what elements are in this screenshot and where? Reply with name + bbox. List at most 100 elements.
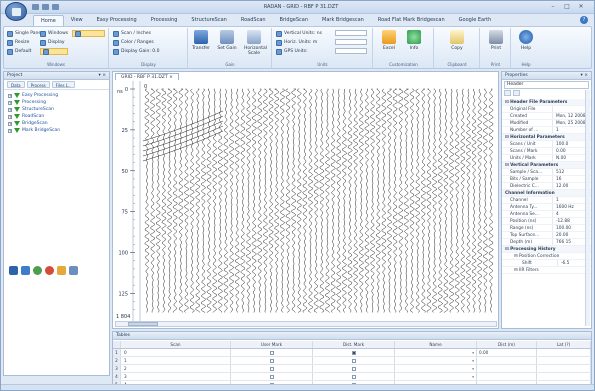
scan-cell[interactable]: 2 — [121, 365, 231, 372]
tree-item[interactable]: + Mark BridgeScan — [8, 127, 105, 134]
vertical-units-select[interactable]: Vertical Units: ns — [276, 30, 322, 37]
horizontal-scrollbar[interactable] — [115, 321, 497, 327]
tab-easy-processing[interactable]: Easy Processing — [90, 15, 144, 26]
dist-mark-cell[interactable] — [313, 373, 395, 380]
minimize-button[interactable]: – — [548, 3, 558, 11]
name-cell[interactable]: ▾ — [395, 357, 477, 364]
panel-pin-icon[interactable]: ▾ × — [99, 72, 106, 80]
vertical-units-dropdown[interactable] — [335, 30, 367, 36]
tree-item[interactable]: + StructureScan — [8, 106, 105, 113]
tab-processing[interactable]: Processing — [144, 15, 185, 26]
lat-cell[interactable] — [537, 357, 591, 364]
property-row[interactable]: Modified Mon, 25 2008... — [502, 120, 591, 127]
expand-icon[interactable]: + — [8, 121, 12, 126]
column-header[interactable]: Dist (m) — [477, 341, 537, 348]
tree-item[interactable]: + BridgeScan — [8, 120, 105, 127]
user-mark-cell[interactable] — [231, 365, 313, 372]
dropdown-icon[interactable] — [52, 4, 59, 10]
new-icon[interactable] — [21, 266, 30, 275]
user-mark-cell[interactable] — [231, 373, 313, 380]
user-mark-cell[interactable] — [231, 349, 313, 356]
column-header[interactable]: User Mark — [231, 341, 313, 348]
property-row[interactable]: Units / Mark N.00 — [502, 155, 591, 162]
windows-button[interactable]: Windows — [40, 30, 68, 37]
copy-button[interactable]: Copy — [447, 30, 467, 51]
radargram-plot[interactable]: ns 0 1 804 0 25 50 75 100 125 — [113, 81, 498, 321]
table-row[interactable]: 1 0 ▾ 0.00 — [113, 349, 591, 357]
application-menu-button[interactable] — [5, 2, 27, 21]
name-cell[interactable]: ▾ — [395, 365, 477, 372]
tab-road-flat-mark[interactable]: Road Flat Mark Bridgescan — [371, 15, 452, 26]
dist-mark-cell[interactable] — [313, 365, 395, 372]
info-button[interactable]: Info — [404, 30, 424, 51]
property-row[interactable]: Antenna Ty... 1600 Hz — [502, 204, 591, 211]
display-gain-button[interactable]: Display Gain: 0.0 — [113, 48, 159, 55]
scan-cell[interactable]: 1 — [121, 357, 231, 364]
property-row[interactable]: Original File — [502, 106, 591, 113]
process-option-button[interactable] — [72, 30, 105, 37]
single-pane-button[interactable]: Single Pane — [7, 30, 41, 37]
property-selector[interactable]: Header — [504, 81, 589, 89]
save-icon[interactable] — [32, 4, 39, 10]
expand-icon[interactable]: + — [8, 100, 12, 105]
property-row[interactable]: Number of ... 1 — [502, 127, 591, 134]
property-category[interactable]: Channel Information — [502, 190, 591, 197]
undo-icon[interactable] — [42, 4, 49, 10]
property-category[interactable]: ⊟ Vertical Parameters — [502, 162, 591, 169]
help-button[interactable]: Help — [516, 30, 536, 51]
expand-icon[interactable]: + — [8, 114, 12, 119]
dist-mark-checkbox[interactable] — [351, 351, 356, 355]
tab-home[interactable]: Home — [33, 15, 64, 26]
alphabetical-icon[interactable] — [513, 90, 520, 96]
property-row[interactable]: Depth (m) 766 15 — [502, 239, 591, 246]
help-icon[interactable]: ? — [580, 16, 588, 24]
gps-units-dropdown[interactable] — [335, 48, 367, 54]
column-header[interactable]: Dist. Mark — [313, 341, 395, 348]
run-icon[interactable] — [33, 266, 42, 275]
stop-icon[interactable] — [45, 266, 54, 275]
tab-view[interactable]: View — [64, 15, 90, 26]
display-button[interactable]: Display — [40, 39, 65, 46]
tab-structurescan[interactable]: StructureScan — [184, 15, 233, 26]
name-dropdown-icon[interactable]: ▾ — [472, 359, 474, 363]
property-row[interactable]: Shift -6.5 — [502, 260, 591, 267]
close-button[interactable]: ✕ — [576, 3, 586, 11]
document-tab[interactable]: GRID - RBF P 31.DZT × — [115, 73, 179, 80]
table-row[interactable]: 2 1 ▾ — [113, 357, 591, 365]
dist-mark-cell[interactable] — [313, 357, 395, 364]
tree-item[interactable]: + Processing — [8, 99, 105, 106]
dist-cell[interactable] — [477, 365, 537, 372]
project-tab-files[interactable]: Files L.. — [51, 81, 75, 88]
dist-mark-checkbox[interactable] — [351, 375, 356, 379]
gps-units-select[interactable]: GPS Units: — [276, 48, 308, 55]
property-row[interactable]: Created Mon, 12 2008... — [502, 113, 591, 120]
property-row[interactable]: Channel 1 — [502, 197, 591, 204]
default-button[interactable]: Default — [7, 48, 31, 55]
property-row[interactable]: Scans / Mark 0.00 — [502, 148, 591, 155]
name-cell[interactable]: ▾ — [395, 373, 477, 380]
user-mark-checkbox[interactable] — [269, 359, 274, 363]
dist-cell[interactable] — [477, 357, 537, 364]
user-mark-checkbox[interactable] — [269, 351, 274, 355]
property-category[interactable]: ⊟ Horizontal Parameters — [502, 134, 591, 141]
property-row[interactable]: Position (ns) -12.88 — [502, 218, 591, 225]
expand-icon[interactable]: + — [8, 128, 12, 133]
maximize-button[interactable]: □ — [562, 3, 572, 11]
name-dropdown-icon[interactable]: ▾ — [472, 375, 474, 379]
panel-pin-icon[interactable]: ▾ × — [581, 72, 588, 80]
tree-item[interactable]: + RoadScan — [8, 113, 105, 120]
property-row[interactable]: Antenna Se... 4 — [502, 211, 591, 218]
property-category[interactable]: ⊟ Processing History — [502, 246, 591, 253]
project-tab-data[interactable]: Data — [7, 81, 25, 88]
transfer-button[interactable]: Transfer — [191, 30, 211, 51]
name-dropdown-icon[interactable]: ▾ — [472, 367, 474, 371]
tab-bridgescan[interactable]: BridgeScan — [273, 15, 315, 26]
tab-google-earth[interactable]: Google Earth — [452, 15, 499, 26]
expand-icon[interactable]: + — [8, 93, 12, 98]
excel-button[interactable]: Excel — [379, 30, 399, 51]
user-mark-checkbox[interactable] — [269, 367, 274, 371]
lat-cell[interactable] — [537, 373, 591, 380]
color-ranges-button[interactable]: Color / Ranges — [113, 39, 154, 46]
column-header[interactable]: Lat (?) — [537, 341, 591, 348]
horizontal-scale-button[interactable]: Horizontal Scale — [244, 30, 267, 56]
